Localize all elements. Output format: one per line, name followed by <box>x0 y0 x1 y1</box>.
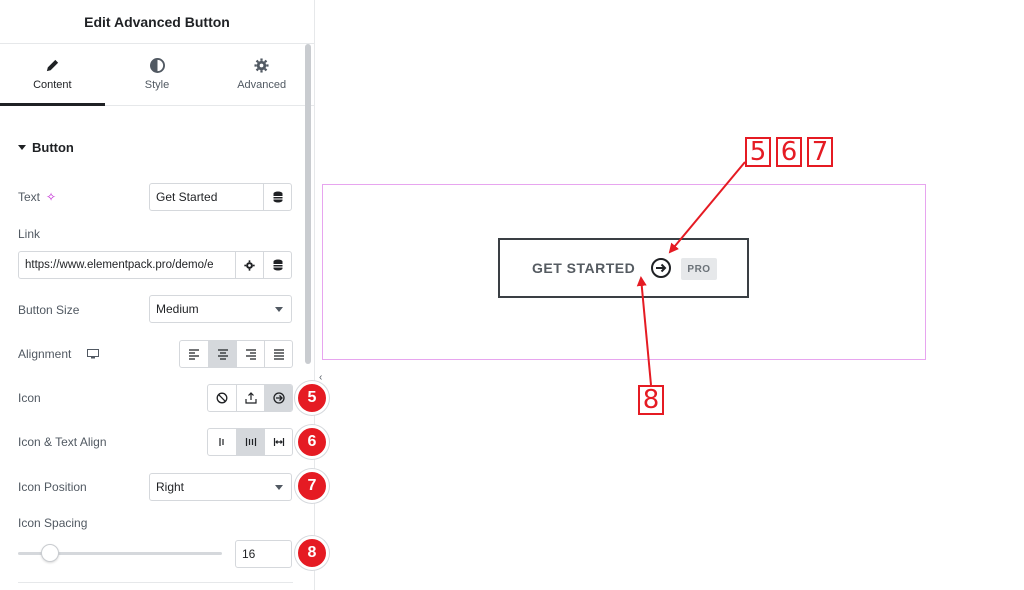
arrow-right-circle-icon <box>651 258 671 278</box>
pencil-icon <box>46 59 58 72</box>
align-spread-icon[interactable] <box>236 429 264 455</box>
callout-badge-7: 7 <box>295 469 329 503</box>
icon-position-label: Icon Position <box>18 480 87 494</box>
panel-tabs: Content Style Advanced <box>0 44 314 106</box>
icon-spacing-input[interactable]: 16 <box>235 540 292 568</box>
callout-badge-5: 5 <box>295 381 329 415</box>
icon-spacing-value: 16 <box>242 547 256 561</box>
alignment-options <box>179 340 293 368</box>
text-label-row: Text ✧ <box>18 190 56 204</box>
annotation-number-6: 6 <box>776 137 802 167</box>
icon-options <box>207 384 293 412</box>
desktop-icon[interactable] <box>87 349 100 359</box>
icon-text-align-options <box>207 428 293 456</box>
link-input[interactable]: https://www.elementpack.pro/demo/e <box>18 251 292 279</box>
advanced-button-preview[interactable]: GET STARTED PRO <box>498 238 749 298</box>
callout-badge-6: 6 <box>295 425 329 459</box>
tab-content-label: Content <box>33 79 72 91</box>
editor-panel: Edit Advanced Button Content Style Advan… <box>0 0 315 590</box>
alignment-label-row: Alignment <box>18 347 100 361</box>
caret-down-icon <box>18 145 26 150</box>
align-left-icon[interactable] <box>180 341 208 367</box>
button-size-select[interactable]: Medium <box>149 295 292 323</box>
pro-tag: PRO <box>681 258 717 280</box>
section-title: Button <box>32 140 74 155</box>
tab-style[interactable]: Style <box>105 44 210 105</box>
icon-position-select[interactable]: Right <box>149 473 292 501</box>
text-input-value: Get Started <box>156 190 218 204</box>
link-options-gear-icon[interactable] <box>235 252 263 278</box>
link-input-value: https://www.elementpack.pro/demo/e <box>25 259 214 271</box>
ai-sparkle-icon[interactable]: ✧ <box>46 190 56 204</box>
button-size-label: Button Size <box>18 303 80 317</box>
icon-label: Icon <box>18 391 41 405</box>
tab-advanced[interactable]: Advanced <box>209 44 314 105</box>
icon-spacing-slider-handle[interactable] <box>41 544 59 562</box>
icon-text-align-label: Icon & Text Align <box>18 435 107 449</box>
tab-style-label: Style <box>144 79 170 91</box>
contrast-icon <box>149 58 165 73</box>
link-label: Link <box>18 227 41 241</box>
button-size-value: Medium <box>156 302 199 316</box>
gear-icon <box>254 58 269 73</box>
icon-library-arrow-icon[interactable] <box>264 385 292 411</box>
annotation-number-8: 8 <box>638 385 664 415</box>
panel-scrollbar[interactable] <box>305 44 311 364</box>
link-dynamic-tags-icon[interactable] <box>263 252 291 278</box>
tab-advanced-label: Advanced <box>237 79 287 91</box>
annotation-number-7: 7 <box>807 137 833 167</box>
upload-icon[interactable] <box>236 385 264 411</box>
tab-content[interactable]: Content <box>0 44 105 106</box>
annotation-number-5: 5 <box>745 137 771 167</box>
text-label: Text <box>18 190 41 204</box>
icon-position-value: Right <box>156 480 185 494</box>
no-icon-ban-icon[interactable] <box>208 385 236 411</box>
align-right-icon[interactable] <box>236 341 264 367</box>
divider <box>18 582 293 583</box>
text-input[interactable]: Get Started <box>149 183 292 211</box>
callout-badge-8: 8 <box>295 536 329 570</box>
chevron-down-icon <box>275 306 283 312</box>
button-preview-label: GET STARTED <box>532 260 636 276</box>
icon-spacing-label: Icon Spacing <box>18 516 88 530</box>
align-space-between-icon[interactable] <box>264 429 292 455</box>
panel-collapse-chevron-icon[interactable]: ‹ <box>319 372 322 383</box>
align-center-icon[interactable] <box>208 341 236 367</box>
panel-title: Edit Advanced Button <box>0 0 314 44</box>
align-justify-icon[interactable] <box>264 341 292 367</box>
section-button-toggle[interactable]: Button <box>18 140 74 155</box>
alignment-label: Alignment <box>18 347 72 361</box>
align-start-icon[interactable] <box>208 429 236 455</box>
chevron-down-icon <box>275 484 283 490</box>
dynamic-tags-icon[interactable] <box>263 184 291 210</box>
